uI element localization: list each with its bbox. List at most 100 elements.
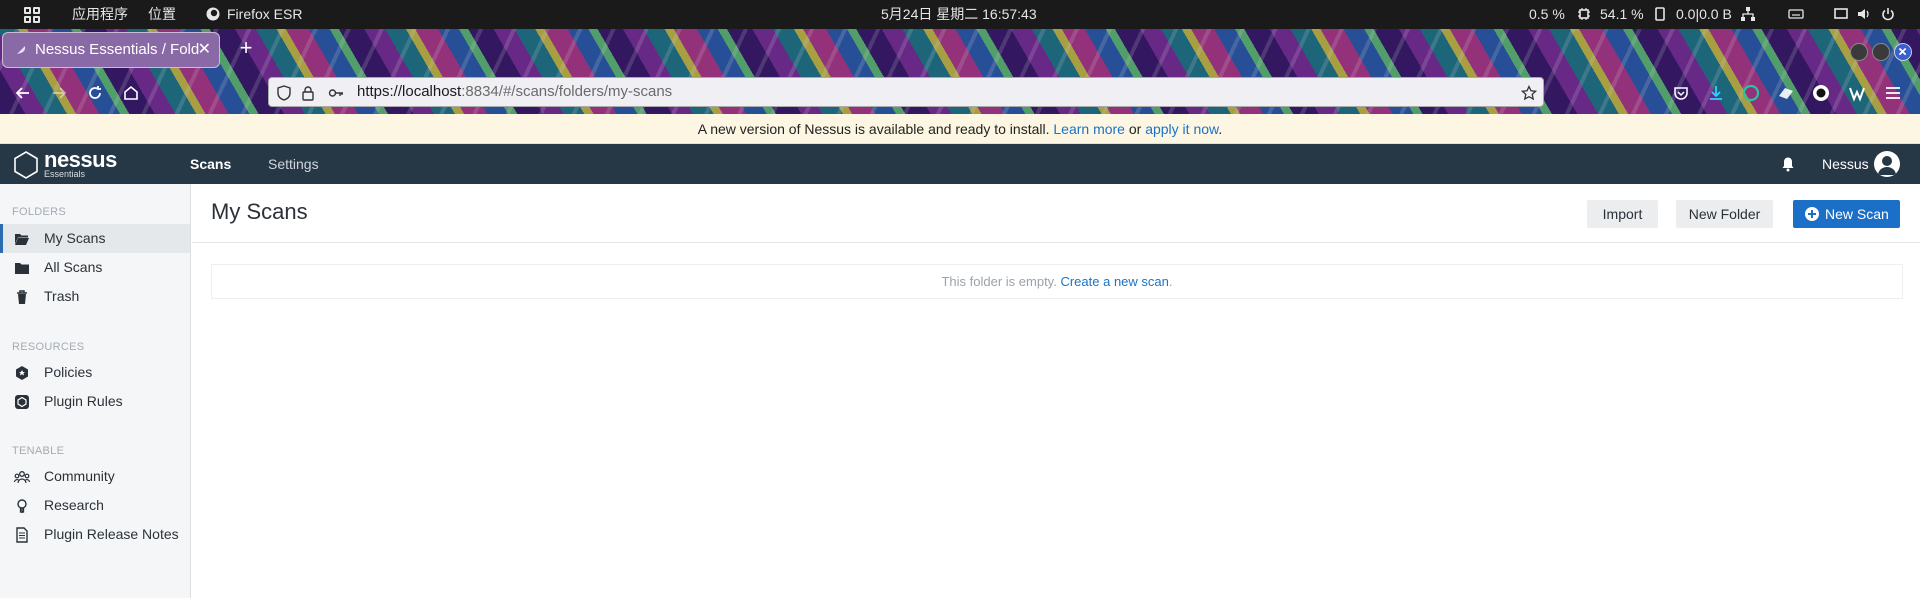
new-scan-button[interactable]: New Scan xyxy=(1793,200,1900,228)
download-icon[interactable] xyxy=(1707,84,1725,102)
apps-menu[interactable]: 应用程序 xyxy=(72,0,128,29)
empty-period: . xyxy=(1168,274,1173,289)
lightbulb-icon xyxy=(17,499,27,513)
sidebar-item-label: Community xyxy=(44,468,115,484)
power-icon[interactable] xyxy=(1881,7,1895,21)
network-icon xyxy=(1741,7,1755,21)
sidebar-item-label: Research xyxy=(44,497,104,513)
resources-heading: RESOURCES xyxy=(12,341,85,353)
close-icon xyxy=(1898,47,1907,56)
sidebar-item-all-scans[interactable]: All Scans xyxy=(0,253,190,282)
memory-icon xyxy=(1655,7,1665,21)
keyboard-icon[interactable] xyxy=(1788,7,1804,21)
banner-or: or xyxy=(1128,121,1142,137)
network-usage: 0.0|0.0 B xyxy=(1676,6,1732,22)
new-tab-button[interactable]: + xyxy=(236,33,256,63)
arrow-right-icon xyxy=(53,87,67,99)
main-content: My Scans Import New Folder New Scan This… xyxy=(192,184,1920,598)
update-banner: A new version of Nessus is available and… xyxy=(0,114,1920,144)
reload-button[interactable] xyxy=(81,79,109,107)
sidebar-item-community[interactable]: Community xyxy=(0,462,190,491)
url-bar[interactable]: https://localhost:8834/#/scans/folders/m… xyxy=(268,77,1544,107)
system-top-bar: 应用程序 位置 Firefox ESR 5月24日 星期二 16:57:43 0… xyxy=(0,0,1920,29)
grammarly-icon[interactable] xyxy=(1742,84,1760,102)
shield-icon[interactable] xyxy=(276,85,292,101)
user-name[interactable]: Nessus xyxy=(1822,144,1869,184)
bell-icon[interactable] xyxy=(1780,156,1796,172)
lock-icon[interactable] xyxy=(300,85,316,101)
apply-now-link[interactable]: apply it now xyxy=(1145,121,1218,137)
extension-icon[interactable] xyxy=(1777,84,1795,102)
circle-extension-icon[interactable] xyxy=(1812,84,1830,102)
sidebar-item-label: Trash xyxy=(44,288,80,304)
minimize-window-button[interactable] xyxy=(1850,43,1868,61)
key-icon[interactable] xyxy=(328,85,344,101)
sidebar-item-trash[interactable]: Trash xyxy=(0,282,190,311)
bookmark-star-icon[interactable] xyxy=(1521,85,1537,101)
tenable-heading: TENABLE xyxy=(12,445,65,457)
community-icon xyxy=(14,471,30,484)
feather-icon xyxy=(15,46,26,56)
hamburger-menu-icon[interactable] xyxy=(1884,84,1902,102)
nessus-logo[interactable]: nessus Essentials xyxy=(12,147,122,179)
sidebar-item-label: All Scans xyxy=(44,259,103,275)
forward-button[interactable] xyxy=(45,79,73,107)
home-icon xyxy=(124,85,138,100)
app-grid-icon[interactable] xyxy=(24,7,40,23)
import-button[interactable]: Import xyxy=(1587,200,1658,228)
back-button[interactable] xyxy=(9,79,37,107)
browser-tab[interactable]: Nessus Essentials / Folders ✕ xyxy=(2,32,220,68)
maximize-window-button[interactable] xyxy=(1872,43,1890,61)
sidebar: FOLDERS My Scans All Scans Trash RESOURC… xyxy=(0,184,191,598)
sidebar-item-research[interactable]: Research xyxy=(0,491,190,520)
url-path: :8834/#/scans/folders/my-scans xyxy=(461,83,673,100)
url-host: https://localhost xyxy=(357,83,462,100)
new-scan-label: New Scan xyxy=(1825,206,1889,222)
policy-shield-icon xyxy=(16,366,28,380)
sidebar-item-my-scans[interactable]: My Scans xyxy=(0,224,190,253)
banner-text: A new version of Nessus is available and… xyxy=(697,121,1050,137)
sidebar-item-label: My Scans xyxy=(44,230,106,246)
document-icon xyxy=(16,527,28,543)
display-icon[interactable] xyxy=(1834,7,1848,21)
pocket-icon[interactable] xyxy=(1672,84,1690,102)
active-app-label[interactable]: Firefox ESR xyxy=(227,0,302,29)
wappalyzer-icon[interactable] xyxy=(1848,84,1866,102)
page-title: My Scans xyxy=(211,199,308,224)
sidebar-item-label: Plugin Rules xyxy=(44,393,123,409)
arrow-left-icon xyxy=(15,87,29,99)
app-header: nessus Essentials Scans Settings Nessus xyxy=(0,144,1920,184)
empty-folder-message: This folder is empty. Create a new scan. xyxy=(211,264,1903,299)
empty-text: This folder is empty. xyxy=(941,274,1057,289)
plus-circle-icon xyxy=(1805,207,1819,221)
nav-scans[interactable]: Scans xyxy=(190,144,231,184)
sidebar-item-plugin-rules[interactable]: Plugin Rules xyxy=(0,387,190,416)
user-avatar[interactable] xyxy=(1874,151,1900,177)
title-divider xyxy=(192,242,1920,243)
nav-settings[interactable]: Settings xyxy=(268,144,319,184)
sidebar-item-label: Policies xyxy=(44,364,93,380)
cpu-icon xyxy=(1578,8,1590,20)
clock[interactable]: 5月24日 星期二 16:57:43 xyxy=(881,0,1037,29)
logo-edition: Essentials xyxy=(44,169,86,179)
trash-icon xyxy=(17,290,27,304)
firefox-icon xyxy=(206,7,220,21)
learn-more-link[interactable]: Learn more xyxy=(1053,121,1125,137)
sidebar-item-policies[interactable]: Policies xyxy=(0,358,190,387)
close-window-button[interactable] xyxy=(1894,43,1912,61)
folders-heading: FOLDERS xyxy=(12,206,67,218)
browser-chrome: Nessus Essentials / Folders ✕ + https://… xyxy=(0,29,1920,114)
home-button[interactable] xyxy=(117,79,145,107)
folder-open-icon xyxy=(15,234,29,245)
create-scan-link[interactable]: Create a new scan xyxy=(1060,274,1168,289)
tab-close-icon[interactable]: ✕ xyxy=(198,33,211,67)
url-text[interactable]: https://localhost:8834/#/scans/folders/m… xyxy=(357,78,672,106)
new-folder-button[interactable]: New Folder xyxy=(1676,200,1773,228)
volume-icon[interactable] xyxy=(1857,7,1871,21)
folder-icon xyxy=(15,263,29,274)
places-menu[interactable]: 位置 xyxy=(148,0,176,29)
banner-period: . xyxy=(1218,121,1223,137)
reload-icon xyxy=(89,86,101,99)
sidebar-item-plugin-release-notes[interactable]: Plugin Release Notes xyxy=(0,520,190,549)
navigation-toolbar: https://localhost:8834/#/scans/folders/m… xyxy=(0,73,1920,114)
